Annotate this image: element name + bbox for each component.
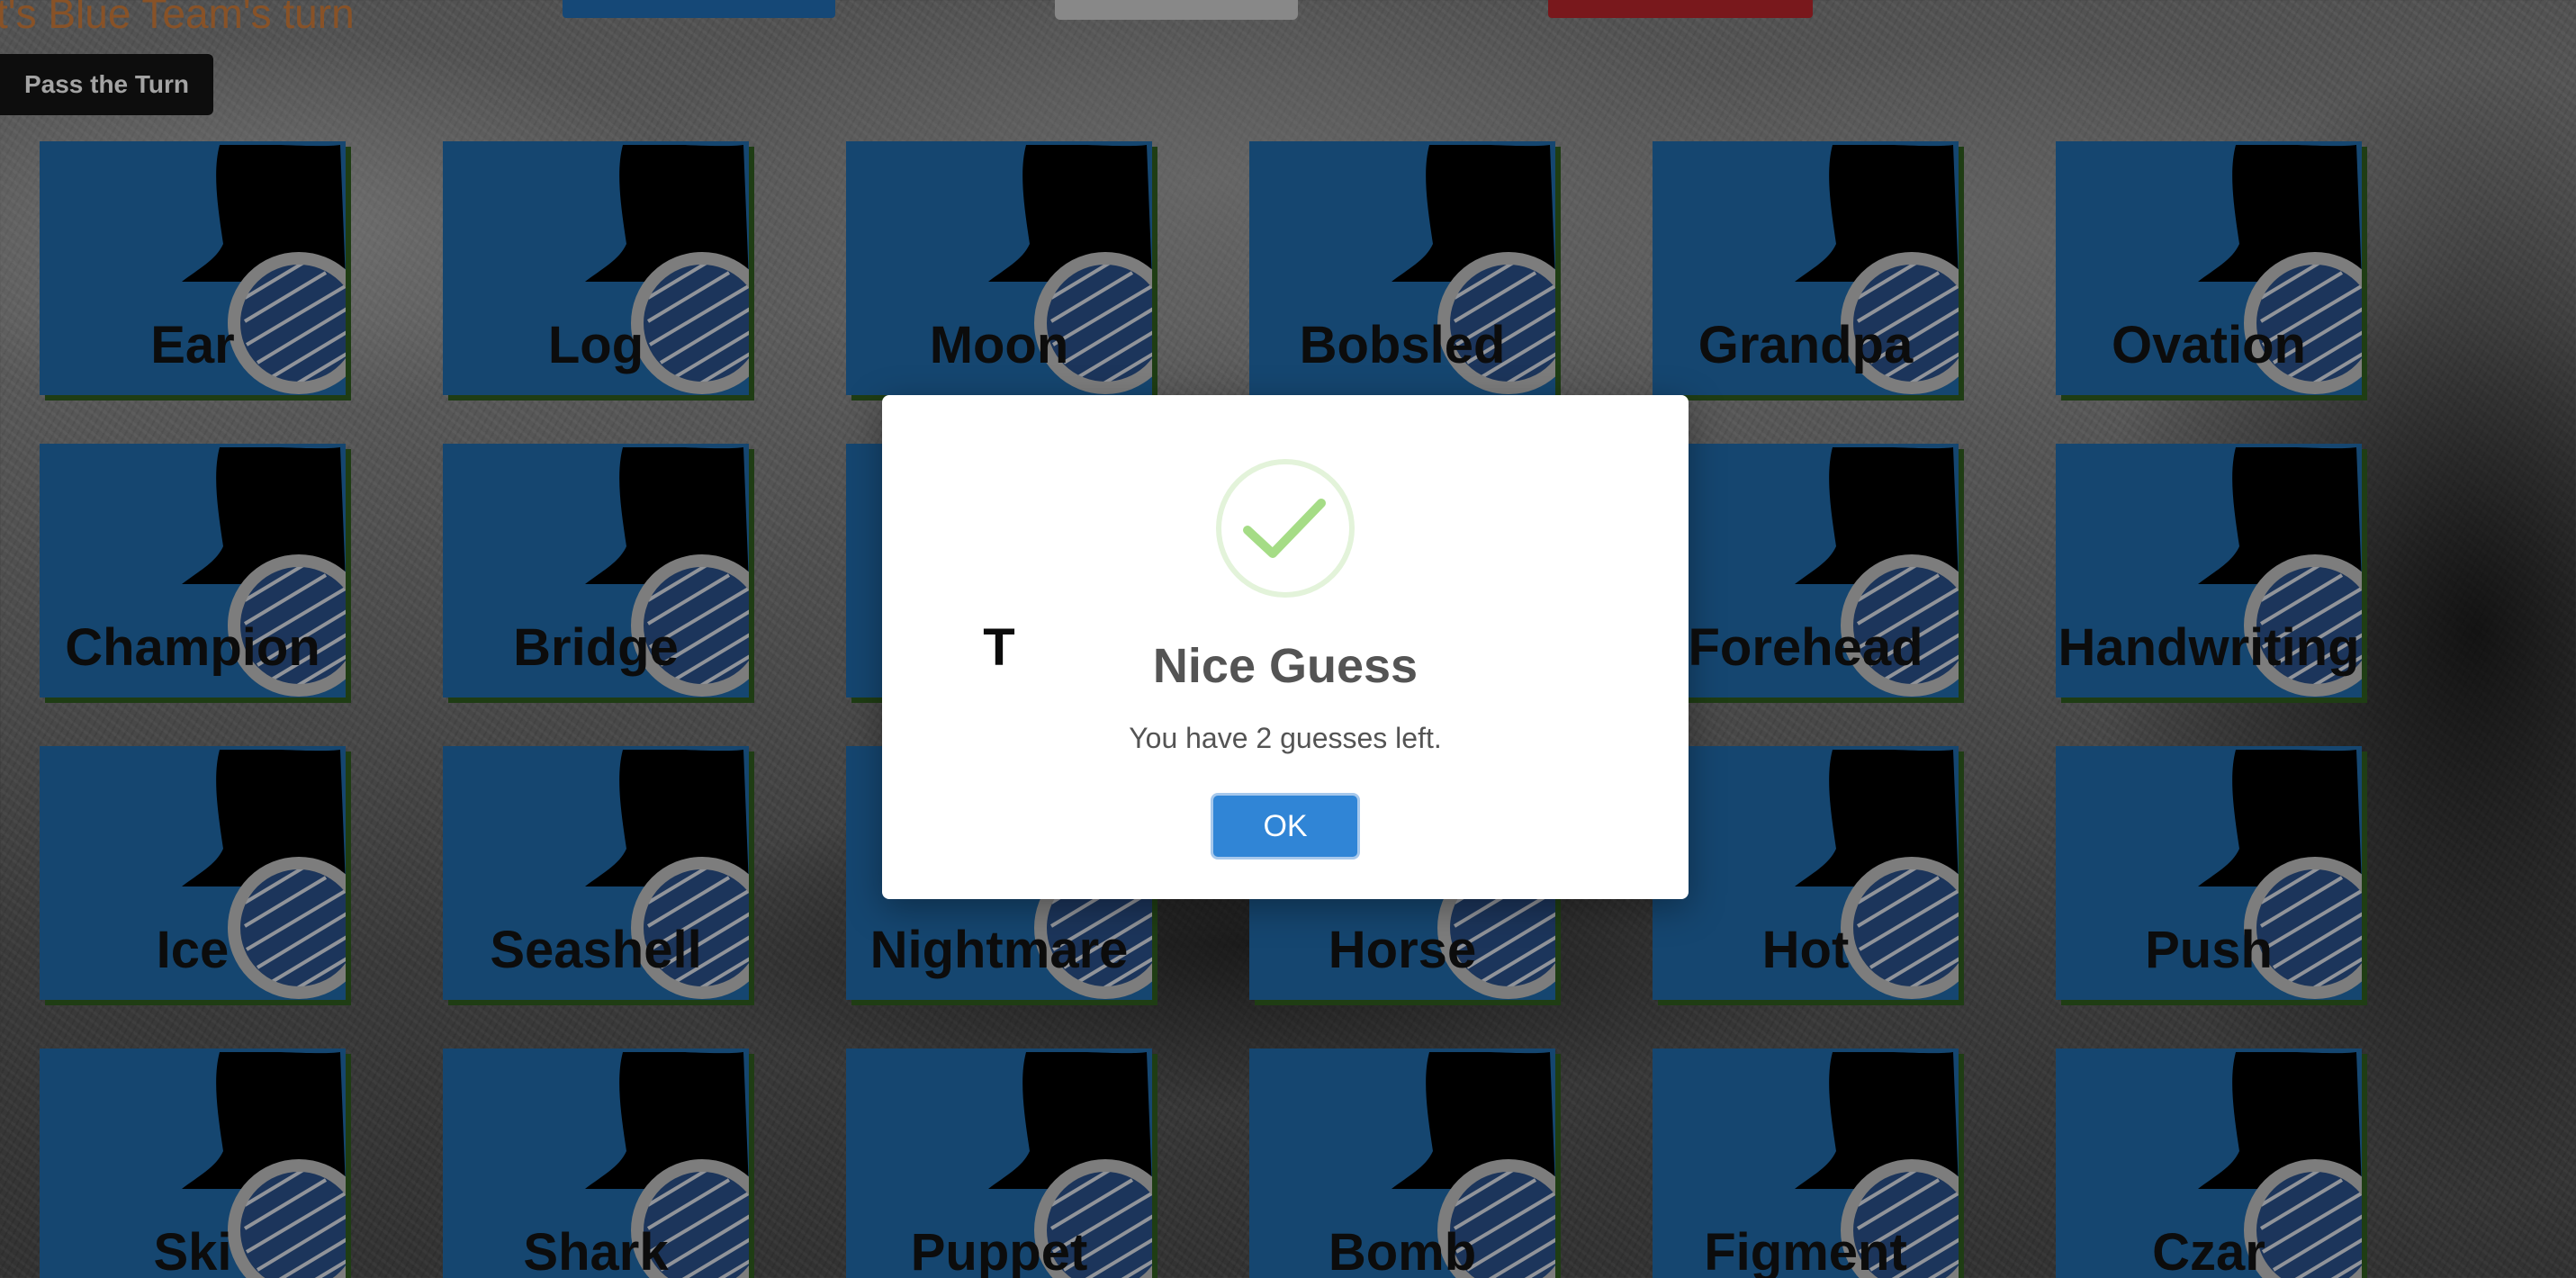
card-word: Seashell [490, 921, 702, 979]
card-word: Hot [1761, 921, 1850, 979]
card-word: Shark [523, 1223, 669, 1278]
card-word: Puppet [910, 1223, 1088, 1278]
card-word: Champion [65, 618, 320, 677]
card-word: Ovation [2112, 316, 2306, 374]
card-word: Ski [153, 1223, 232, 1278]
card-word: Push [2145, 921, 2273, 979]
card-word: Handwriting [2058, 618, 2360, 677]
card-word: Bomb [1328, 1223, 1477, 1278]
card-word: Bobsled [1299, 316, 1506, 374]
card-word: Nightmare [869, 921, 1129, 979]
success-check-icon [1215, 458, 1356, 598]
dialog-message: You have 2 guesses left. [1129, 722, 1442, 754]
card-word: Log [547, 316, 644, 374]
card-word: Bridge [513, 618, 679, 677]
card-word: T [983, 618, 1015, 677]
card-word: Figment [1704, 1223, 1907, 1278]
card-word: Moon [929, 316, 1069, 374]
card-word: Ice [156, 921, 230, 979]
ok-button[interactable]: OK [1211, 793, 1360, 860]
card-word: Grandpa [1698, 316, 1914, 374]
card-word: Horse [1328, 921, 1477, 979]
card-word: Czar [2152, 1223, 2265, 1278]
card-word: Ear [150, 316, 235, 374]
card-word: Forehead [1688, 618, 1923, 677]
